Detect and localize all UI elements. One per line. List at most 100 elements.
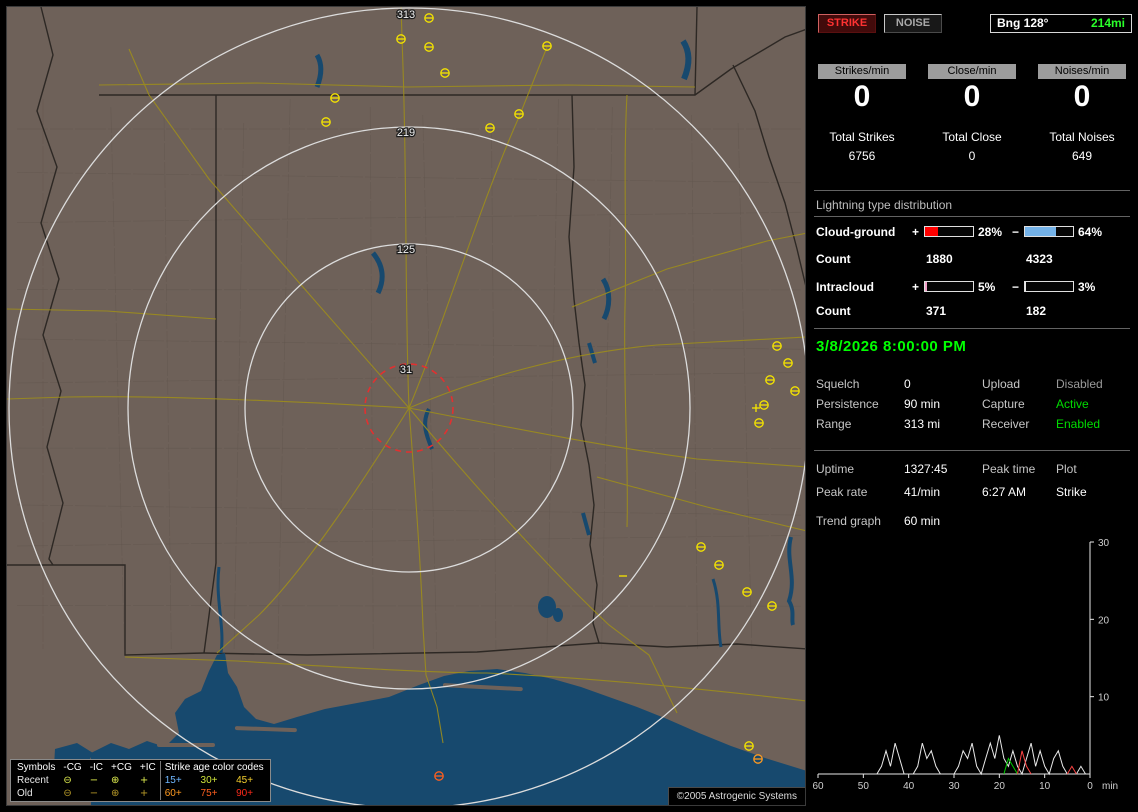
close-per-min-label: Close/min bbox=[928, 64, 1016, 79]
bearing-value: Bng 128° bbox=[997, 16, 1048, 30]
cloud-ground-row: Cloud-ground + 28% − 64% bbox=[812, 225, 1132, 240]
symbols-legend: Symbols -CG -IC +CG +IC Strike age color… bbox=[10, 759, 271, 802]
legend-header-cg-minus: -CG bbox=[59, 761, 85, 774]
svg-text:31: 31 bbox=[400, 364, 412, 376]
total-noises-label: Total Noises bbox=[1038, 130, 1126, 144]
close-per-min-value: 0 bbox=[928, 80, 1016, 114]
capture-label: Capture bbox=[982, 397, 1025, 411]
bearing-distance: 214mi bbox=[1091, 15, 1125, 32]
divider bbox=[814, 450, 1130, 451]
status-panel: STRIKE NOISE 214mi Bng 128° Strikes/min … bbox=[812, 6, 1132, 806]
cg-minus-recent-icon: ⊖ bbox=[59, 774, 85, 787]
range-label: Range bbox=[816, 417, 851, 431]
intracloud-count-row: Count 371 182 bbox=[812, 304, 1132, 319]
total-strikes-label: Total Strikes bbox=[818, 130, 906, 144]
cg-plus-old-icon: ⊕ bbox=[107, 787, 136, 800]
upload-label: Upload bbox=[982, 377, 1020, 391]
cg-plus-recent-icon: ⊕ bbox=[107, 774, 136, 787]
total-strikes-value: 6756 bbox=[818, 149, 906, 163]
minus-sign: − bbox=[1012, 280, 1019, 294]
noises-per-min-value: 0 bbox=[1038, 80, 1126, 114]
legend-header-cg-plus: +CG bbox=[107, 761, 136, 774]
trend-graph: 30 20 10 60 50 40 30 20 10 0 min bbox=[812, 530, 1132, 800]
ic-plus-old-icon: + bbox=[136, 787, 160, 800]
minus-sign: − bbox=[1012, 225, 1019, 239]
divider bbox=[814, 216, 1130, 217]
peak-rate-value: 41/min bbox=[904, 485, 940, 499]
trend-window-value: 60 min bbox=[904, 514, 940, 528]
svg-text:40: 40 bbox=[903, 781, 915, 792]
age-15: 15+ bbox=[160, 774, 196, 787]
legend-header-ic-minus: -IC bbox=[86, 761, 107, 774]
strike-mode-button[interactable]: STRIKE bbox=[818, 14, 876, 33]
svg-text:10: 10 bbox=[1039, 781, 1051, 792]
cloud-ground-label: Cloud-ground bbox=[816, 225, 895, 239]
squelch-label: Squelch bbox=[816, 377, 859, 391]
svg-text:min: min bbox=[1102, 781, 1118, 792]
intracloud-label: Intracloud bbox=[816, 280, 874, 294]
cg-minus-old-icon: ⊖ bbox=[59, 787, 85, 800]
age-30: 30+ bbox=[197, 774, 233, 787]
divider bbox=[814, 190, 1130, 191]
svg-text:10: 10 bbox=[1098, 693, 1110, 704]
ic-minus-recent-icon: − bbox=[86, 774, 107, 787]
peak-time-label: Peak time bbox=[982, 462, 1035, 476]
svg-text:20: 20 bbox=[994, 781, 1006, 792]
total-close-value: 0 bbox=[928, 149, 1016, 163]
bearing-readout: 214mi Bng 128° bbox=[990, 14, 1132, 33]
distribution-title: Lightning type distribution bbox=[816, 198, 952, 212]
uptime-label: Uptime bbox=[816, 462, 854, 476]
range-value: 313 mi bbox=[904, 417, 940, 431]
copyright-notice: ©2005 Astrogenic Systems bbox=[668, 787, 805, 805]
plot-label: Plot bbox=[1056, 462, 1077, 476]
map-canvas: 31 125 219 313 bbox=[7, 7, 805, 805]
svg-text:125: 125 bbox=[397, 244, 415, 256]
plus-sign: + bbox=[912, 225, 919, 239]
svg-text:60: 60 bbox=[812, 781, 824, 792]
ic-plus-bar bbox=[924, 281, 974, 292]
persistence-label: Persistence bbox=[816, 397, 879, 411]
ic-minus-old-icon: − bbox=[86, 787, 107, 800]
svg-text:219: 219 bbox=[397, 127, 415, 139]
noise-mode-button[interactable]: NOISE bbox=[884, 14, 942, 33]
age-90: 90+ bbox=[232, 787, 268, 800]
cg-plus-percent: 28% bbox=[978, 225, 1002, 239]
capture-status: Active bbox=[1056, 397, 1089, 411]
legend-age-header: Strike age color codes bbox=[160, 761, 267, 774]
ic-minus-count: 182 bbox=[1026, 304, 1046, 318]
receiver-status: Enabled bbox=[1056, 417, 1100, 431]
cg-minus-bar bbox=[1024, 226, 1074, 237]
legend-recent-label: Recent bbox=[13, 774, 59, 787]
age-45: 45+ bbox=[232, 774, 268, 787]
receiver-label: Receiver bbox=[982, 417, 1029, 431]
peak-rate-label: Peak rate bbox=[816, 485, 867, 499]
uptime-value: 1327:45 bbox=[904, 462, 947, 476]
nexstorm-window: 31 125 219 313 Symbols -CG -IC +CG +IC Stri… bbox=[0, 0, 1138, 812]
svg-text:50: 50 bbox=[858, 781, 870, 792]
divider bbox=[814, 328, 1130, 329]
ic-plus-recent-icon: + bbox=[136, 774, 160, 787]
noises-per-min-label: Noises/min bbox=[1038, 64, 1126, 79]
legend-header-ic-plus: +IC bbox=[136, 761, 160, 774]
svg-text:30: 30 bbox=[1098, 538, 1110, 549]
peak-time-value: 6:27 AM bbox=[982, 485, 1026, 499]
legend-old-label: Old bbox=[13, 787, 59, 800]
lightning-map[interactable]: 31 125 219 313 Symbols -CG -IC +CG +IC Stri… bbox=[6, 6, 806, 806]
ic-plus-count: 371 bbox=[926, 304, 946, 318]
ic-plus-percent: 5% bbox=[978, 280, 995, 294]
age-60: 60+ bbox=[160, 787, 196, 800]
cloud-ground-count-row: Count 1880 4323 bbox=[812, 252, 1132, 267]
svg-text:0: 0 bbox=[1087, 781, 1093, 792]
age-75: 75+ bbox=[197, 787, 233, 800]
trend-graph-label: Trend graph bbox=[816, 514, 881, 528]
ic-minus-bar bbox=[1024, 281, 1074, 292]
plus-sign: + bbox=[912, 280, 919, 294]
svg-text:30: 30 bbox=[948, 781, 960, 792]
count-label: Count bbox=[816, 304, 851, 318]
cg-minus-count: 4323 bbox=[1026, 252, 1053, 266]
cg-minus-percent: 64% bbox=[1078, 225, 1102, 239]
svg-text:20: 20 bbox=[1098, 615, 1110, 626]
svg-text:313: 313 bbox=[397, 9, 415, 21]
strikes-per-min-value: 0 bbox=[818, 80, 906, 114]
count-label: Count bbox=[816, 252, 851, 266]
